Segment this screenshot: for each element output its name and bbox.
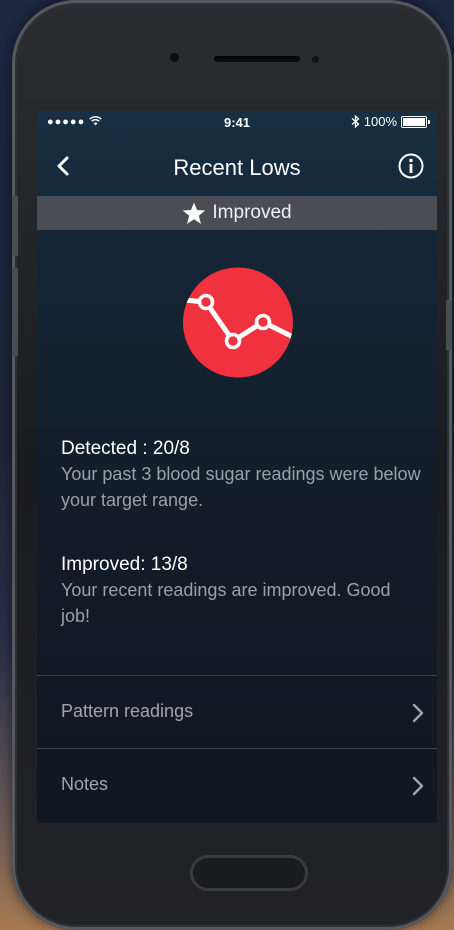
chevron-right-icon: [412, 703, 424, 723]
status-right: 100%: [351, 114, 430, 129]
detected-heading: Detected : 20/8: [61, 438, 190, 459]
banner-label: Improved: [212, 202, 292, 223]
menu-item-pattern-readings[interactable]: Pattern readings: [37, 675, 437, 747]
status-banner: Improved: [37, 196, 437, 230]
navigation-bar: Recent Lows: [37, 143, 437, 193]
detected-description: Your past 3 blood sugar readings were be…: [61, 464, 421, 510]
menu-item-label: Notes: [61, 774, 109, 794]
bluetooth-icon: [351, 115, 360, 128]
power-button: [446, 300, 452, 350]
info-icon[interactable]: [397, 152, 425, 180]
front-camera: [170, 53, 179, 62]
volume-down-button: [12, 268, 18, 356]
menu-item-notes[interactable]: Notes: [37, 748, 437, 820]
improved-description: Your recent readings are improved. Good …: [61, 580, 391, 626]
chevron-right-icon: [412, 776, 424, 796]
detected-section: Detected : 20/8 Your past 3 blood sugar …: [61, 437, 421, 513]
improved-section: Improved: 13/8 Your recent readings are …: [61, 553, 421, 629]
volume-up-button: [12, 196, 18, 256]
proximity-sensor: [312, 56, 319, 63]
home-button[interactable]: [190, 855, 308, 891]
status-bar: ●●●●● 9:41 100%: [37, 111, 437, 133]
menu-item-label: Pattern readings: [61, 701, 194, 721]
improved-heading: Improved: 13/8: [61, 554, 188, 575]
page-title: Recent Lows: [173, 155, 301, 180]
star-icon: [183, 202, 206, 224]
app-screen: ●●●●● 9:41 100% Recent Lows Improved Det…: [37, 111, 437, 823]
battery-icon: [401, 115, 430, 128]
trend-chart-icon: [183, 267, 293, 378]
earpiece-speaker: [214, 56, 300, 62]
battery-percent: 100%: [363, 114, 397, 129]
